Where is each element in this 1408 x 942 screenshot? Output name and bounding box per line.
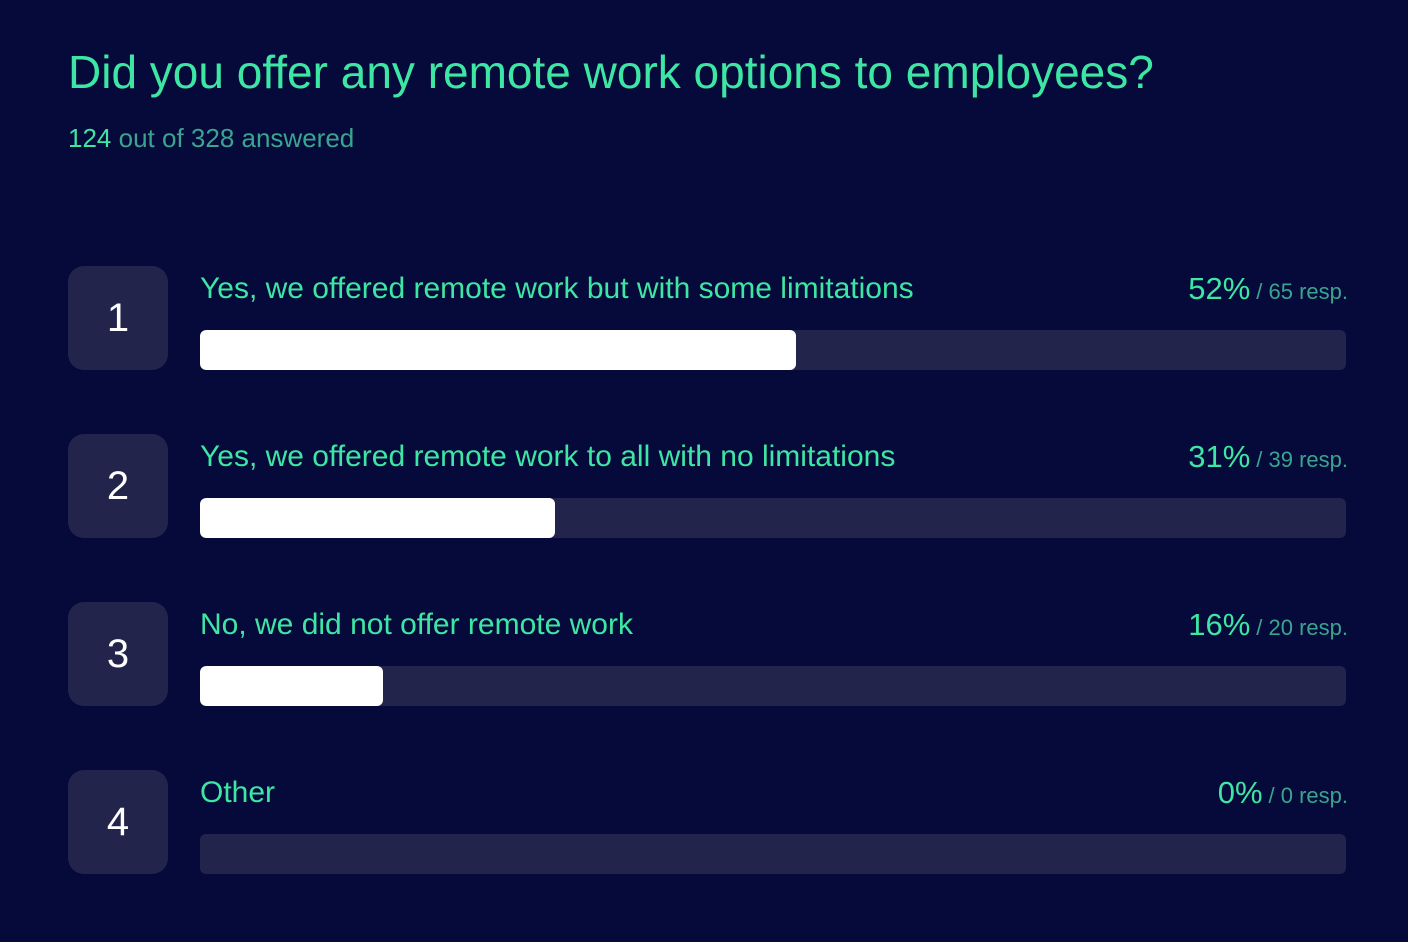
- option-number-badge: 2: [68, 434, 168, 538]
- answer-option-1: 1 Yes, we offered remote work but with s…: [68, 266, 1348, 370]
- option-number-badge: 1: [68, 266, 168, 370]
- bar-track: [200, 666, 1346, 706]
- answered-count: 124: [68, 123, 112, 153]
- option-response-count: / 65 resp.: [1256, 279, 1348, 304]
- option-percent: 31%: [1188, 439, 1251, 474]
- answered-summary: 124 out of 328 answered: [68, 122, 354, 154]
- option-response-count: / 39 resp.: [1256, 447, 1348, 472]
- answer-option-2: 2 Yes, we offered remote work to all wit…: [68, 434, 1348, 538]
- answered-total-text: out of 328 answered: [118, 123, 355, 153]
- option-stats: 16%/ 20 resp.: [1188, 607, 1348, 649]
- option-label: Yes, we offered remote work to all with …: [200, 440, 896, 473]
- option-percent: 0%: [1217, 775, 1263, 810]
- option-stats: 31%/ 39 resp.: [1188, 439, 1348, 481]
- bar-fill: [200, 666, 384, 706]
- bar-track: [200, 330, 1346, 370]
- option-label: Yes, we offered remote work but with som…: [200, 272, 914, 305]
- option-response-count: / 0 resp.: [1268, 783, 1348, 808]
- survey-results-panel: Did you offer any remote work options to…: [0, 0, 1408, 942]
- option-stats: 52%/ 65 resp.: [1188, 271, 1348, 313]
- option-number-badge: 4: [68, 770, 168, 874]
- answer-options-list: 1 Yes, we offered remote work but with s…: [68, 266, 1348, 938]
- bar-fill: [200, 330, 796, 370]
- answer-option-3: 3 No, we did not offer remote work 16% / …: [68, 602, 1348, 706]
- option-percent: 52%: [1188, 271, 1251, 306]
- bar-track: [200, 498, 1346, 538]
- bar-track: [200, 834, 1346, 874]
- option-percent: 16%: [1188, 607, 1251, 642]
- option-response-count: / 20 resp.: [1256, 615, 1348, 640]
- answer-option-4: 4 Other 0%/ 0 resp.: [68, 770, 1348, 874]
- option-number-badge: 3: [68, 602, 168, 706]
- option-label: No, we did not offer remote work: [200, 608, 633, 641]
- option-stats: 0%/ 0 resp.: [1218, 775, 1348, 817]
- option-label: Other: [200, 776, 276, 809]
- bar-fill: [200, 498, 556, 538]
- question-title: Did you offer any remote work options to…: [68, 46, 1154, 98]
